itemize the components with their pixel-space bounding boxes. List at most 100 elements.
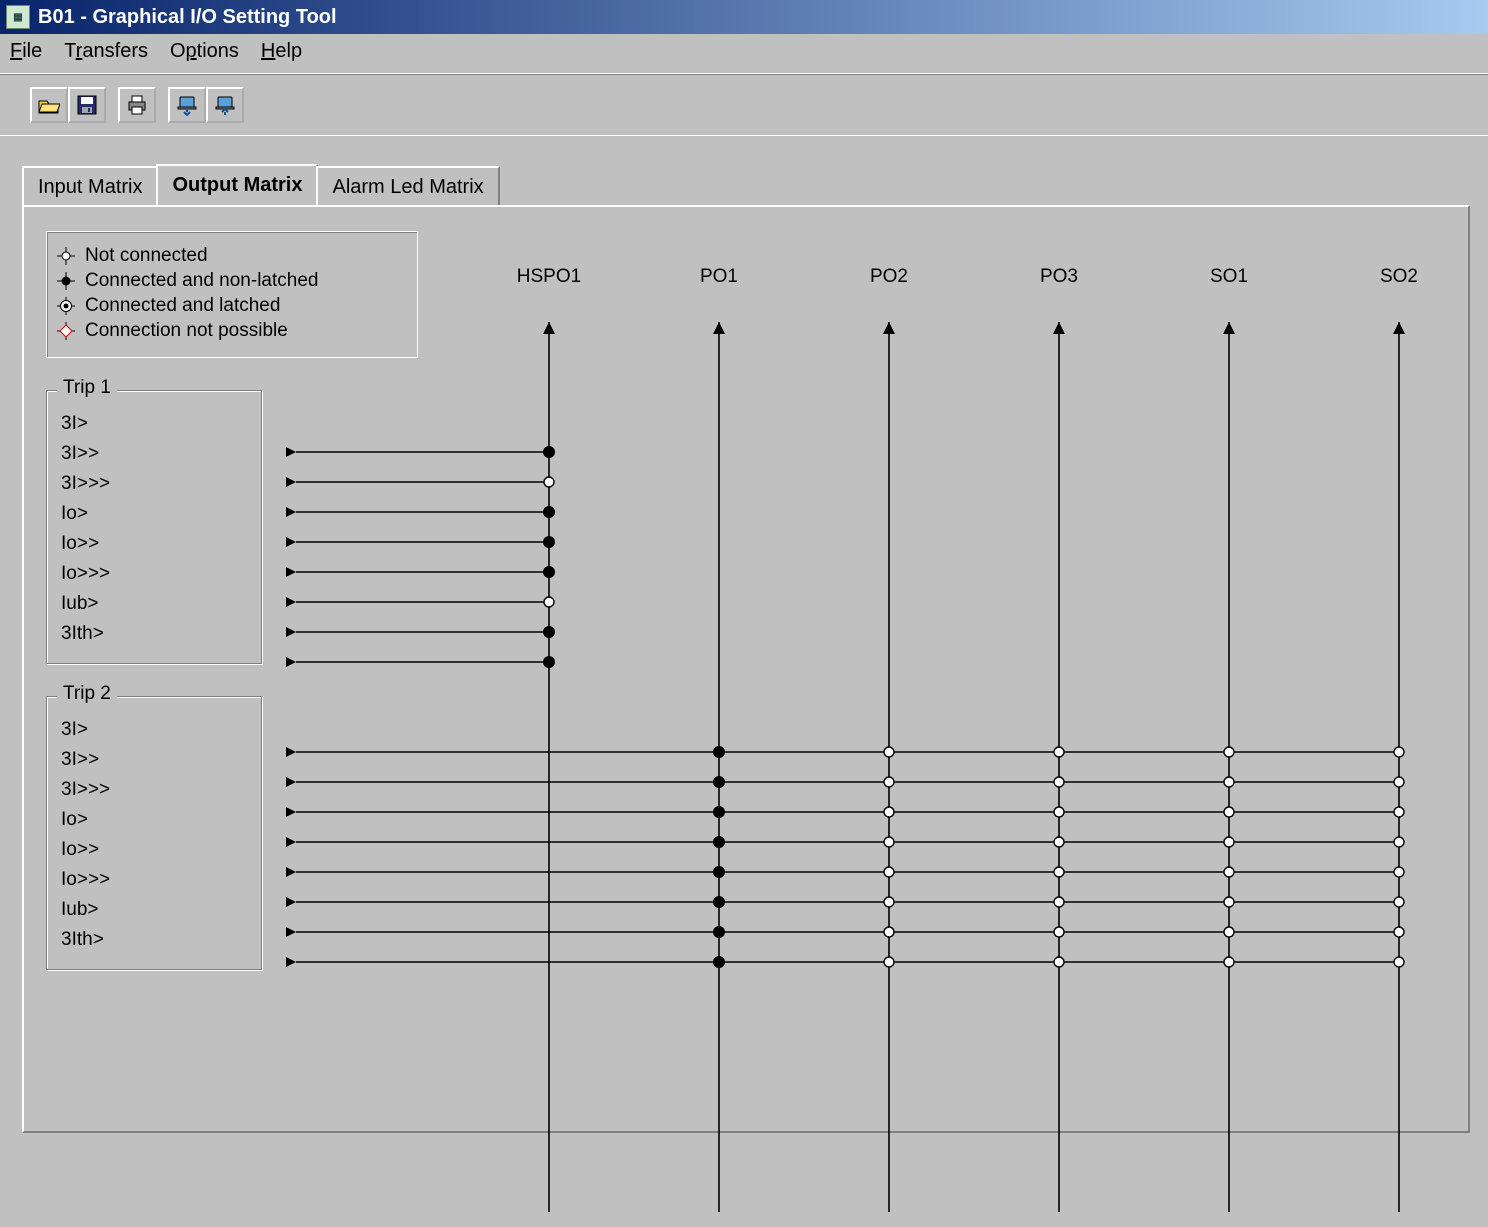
legend-not-possible-icon bbox=[57, 322, 75, 340]
menu-transfers[interactable]: Transfers bbox=[64, 40, 148, 63]
matrix-node[interactable] bbox=[544, 477, 554, 487]
matrix-node[interactable] bbox=[543, 506, 555, 518]
matrix-node[interactable] bbox=[1394, 837, 1404, 847]
matrix-node[interactable] bbox=[884, 747, 894, 757]
arrow-right-icon bbox=[286, 927, 296, 937]
matrix-node[interactable] bbox=[1394, 747, 1404, 757]
matrix-node[interactable] bbox=[543, 656, 555, 668]
matrix-node[interactable] bbox=[884, 927, 894, 937]
matrix-node[interactable] bbox=[1054, 777, 1064, 787]
matrix-node[interactable] bbox=[543, 446, 555, 458]
matrix-node[interactable] bbox=[1224, 777, 1234, 787]
legend-not-connected-icon bbox=[57, 247, 75, 265]
download-button[interactable] bbox=[168, 87, 206, 123]
matrix-node[interactable] bbox=[544, 597, 554, 607]
matrix-node[interactable] bbox=[1224, 747, 1234, 757]
matrix-node[interactable] bbox=[1394, 777, 1404, 787]
tab-body-output-matrix: Not connected Connected and non-latched … bbox=[22, 205, 1470, 1133]
menu-bar: File Transfers Options Help bbox=[0, 34, 1488, 74]
menu-options[interactable]: Options bbox=[170, 40, 239, 63]
arrow-up-icon bbox=[1223, 322, 1235, 334]
tab-output-matrix[interactable]: Output Matrix bbox=[156, 164, 318, 205]
tab-input-matrix[interactable]: Input Matrix bbox=[22, 166, 158, 205]
arrow-right-icon bbox=[286, 507, 296, 517]
signal-label: Io>> bbox=[61, 835, 251, 865]
legend-non-latched-icon bbox=[57, 272, 75, 290]
matrix-node[interactable] bbox=[543, 566, 555, 578]
matrix-node[interactable] bbox=[713, 746, 725, 758]
matrix-node[interactable] bbox=[1224, 837, 1234, 847]
signal-label: Iub> bbox=[61, 895, 251, 925]
upload-button[interactable] bbox=[206, 87, 244, 123]
matrix-node[interactable] bbox=[1224, 957, 1234, 967]
arrow-right-icon bbox=[286, 807, 296, 817]
matrix-node[interactable] bbox=[543, 626, 555, 638]
matrix-node[interactable] bbox=[1394, 807, 1404, 817]
arrow-up-icon bbox=[883, 322, 895, 334]
matrix-node[interactable] bbox=[1054, 837, 1064, 847]
matrix-node[interactable] bbox=[884, 867, 894, 877]
menu-help[interactable]: Help bbox=[261, 40, 302, 63]
arrow-right-icon bbox=[286, 627, 296, 637]
tab-alarm-led-matrix[interactable]: Alarm Led Matrix bbox=[316, 166, 499, 205]
matrix-node[interactable] bbox=[1394, 897, 1404, 907]
arrow-right-icon bbox=[286, 597, 296, 607]
matrix-node[interactable] bbox=[1054, 897, 1064, 907]
column-label: SO1 bbox=[1210, 266, 1248, 287]
print-button[interactable] bbox=[118, 87, 156, 123]
group-trip-2: Trip 23I>3I>>3I>>>Io>Io>>Io>>>Iub>3Ith> bbox=[46, 696, 262, 970]
signal-label: 3I>> bbox=[61, 439, 251, 469]
arrow-right-icon bbox=[286, 447, 296, 457]
matrix-node[interactable] bbox=[1394, 957, 1404, 967]
matrix-node[interactable] bbox=[884, 837, 894, 847]
matrix-node[interactable] bbox=[713, 896, 725, 908]
arrow-up-icon bbox=[713, 322, 725, 334]
arrow-right-icon bbox=[286, 837, 296, 847]
legend-latched-icon bbox=[57, 297, 75, 315]
signal-label: Io> bbox=[61, 805, 251, 835]
matrix-node[interactable] bbox=[884, 777, 894, 787]
matrix-node[interactable] bbox=[713, 836, 725, 848]
matrix-node[interactable] bbox=[1054, 957, 1064, 967]
matrix-node[interactable] bbox=[884, 897, 894, 907]
column-label: PO3 bbox=[1040, 266, 1078, 287]
column-label: PO1 bbox=[700, 266, 738, 287]
arrow-right-icon bbox=[286, 867, 296, 877]
matrix-node[interactable] bbox=[713, 866, 725, 878]
open-button[interactable] bbox=[30, 87, 68, 123]
client-area: Input Matrix Output Matrix Alarm Led Mat… bbox=[0, 136, 1488, 1133]
matrix-node[interactable] bbox=[713, 806, 725, 818]
matrix-node[interactable] bbox=[1224, 807, 1234, 817]
legend-latched-label: Connected and latched bbox=[85, 295, 280, 317]
matrix-node[interactable] bbox=[1054, 927, 1064, 937]
matrix-node[interactable] bbox=[1054, 747, 1064, 757]
matrix-node[interactable] bbox=[1394, 927, 1404, 937]
arrow-right-icon bbox=[286, 747, 296, 757]
window-title: B01 - Graphical I/O Setting Tool bbox=[38, 6, 337, 29]
matrix-node[interactable] bbox=[1054, 867, 1064, 877]
signal-label: 3I> bbox=[61, 409, 251, 439]
matrix-canvas[interactable]: HSPO1PO1PO2PO3SO1SO2 bbox=[284, 282, 1458, 1227]
column-label: PO2 bbox=[870, 266, 908, 287]
arrow-up-icon bbox=[1053, 322, 1065, 334]
group-title: Trip 1 bbox=[57, 377, 117, 399]
matrix-node[interactable] bbox=[1224, 897, 1234, 907]
toolbar bbox=[0, 74, 1488, 136]
arrow-up-icon bbox=[543, 322, 555, 334]
matrix-node[interactable] bbox=[884, 957, 894, 967]
matrix-node[interactable] bbox=[884, 807, 894, 817]
matrix-node[interactable] bbox=[1394, 867, 1404, 877]
menu-file[interactable]: File bbox=[10, 40, 42, 63]
matrix-node[interactable] bbox=[1224, 867, 1234, 877]
save-button[interactable] bbox=[68, 87, 106, 123]
arrow-right-icon bbox=[286, 477, 296, 487]
matrix-node[interactable] bbox=[1224, 927, 1234, 937]
matrix-node[interactable] bbox=[713, 926, 725, 938]
print-icon bbox=[126, 95, 148, 115]
matrix-node[interactable] bbox=[713, 956, 725, 968]
matrix-node[interactable] bbox=[543, 536, 555, 548]
matrix-node[interactable] bbox=[713, 776, 725, 788]
matrix-node[interactable] bbox=[1054, 807, 1064, 817]
open-icon bbox=[38, 95, 60, 115]
arrow-right-icon bbox=[286, 777, 296, 787]
